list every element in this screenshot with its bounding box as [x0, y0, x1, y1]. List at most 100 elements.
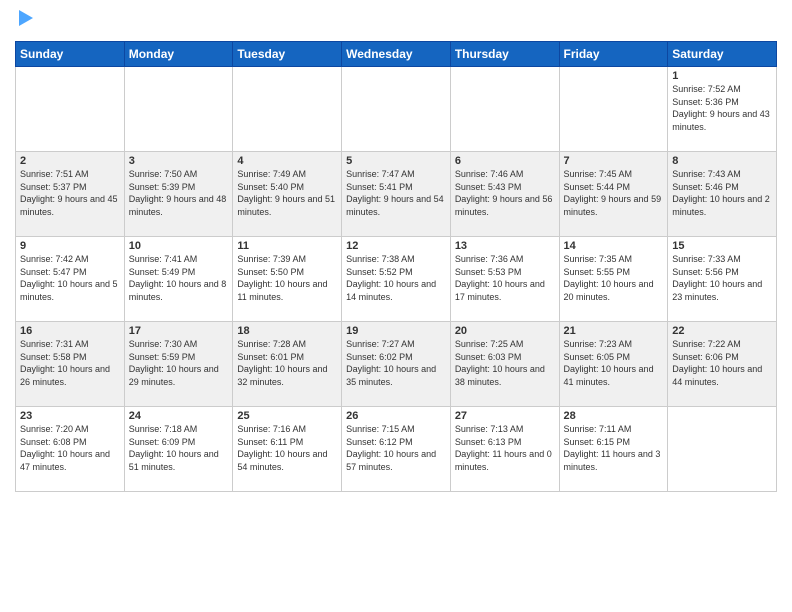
calendar-week-row: 23Sunrise: 7:20 AM Sunset: 6:08 PM Dayli…	[16, 407, 777, 492]
calendar-cell: 3Sunrise: 7:50 AM Sunset: 5:39 PM Daylig…	[124, 152, 233, 237]
calendar-table: SundayMondayTuesdayWednesdayThursdayFrid…	[15, 41, 777, 492]
day-info: Sunrise: 7:27 AM Sunset: 6:02 PM Dayligh…	[346, 338, 446, 388]
day-number: 14	[564, 240, 664, 252]
calendar-day-header: Monday	[124, 42, 233, 67]
day-info: Sunrise: 7:11 AM Sunset: 6:15 PM Dayligh…	[564, 423, 664, 473]
day-info: Sunrise: 7:39 AM Sunset: 5:50 PM Dayligh…	[237, 253, 337, 303]
day-info: Sunrise: 7:16 AM Sunset: 6:11 PM Dayligh…	[237, 423, 337, 473]
day-info: Sunrise: 7:35 AM Sunset: 5:55 PM Dayligh…	[564, 253, 664, 303]
calendar-cell: 4Sunrise: 7:49 AM Sunset: 5:40 PM Daylig…	[233, 152, 342, 237]
day-info: Sunrise: 7:45 AM Sunset: 5:44 PM Dayligh…	[564, 168, 664, 218]
page: SundayMondayTuesdayWednesdayThursdayFrid…	[0, 0, 792, 502]
calendar-cell: 6Sunrise: 7:46 AM Sunset: 5:43 PM Daylig…	[450, 152, 559, 237]
day-info: Sunrise: 7:50 AM Sunset: 5:39 PM Dayligh…	[129, 168, 229, 218]
day-number: 15	[672, 240, 772, 252]
calendar-day-header: Friday	[559, 42, 668, 67]
day-number: 18	[237, 325, 337, 337]
day-info: Sunrise: 7:23 AM Sunset: 6:05 PM Dayligh…	[564, 338, 664, 388]
calendar-week-row: 9Sunrise: 7:42 AM Sunset: 5:47 PM Daylig…	[16, 237, 777, 322]
day-info: Sunrise: 7:18 AM Sunset: 6:09 PM Dayligh…	[129, 423, 229, 473]
logo-icon	[17, 10, 35, 33]
day-number: 8	[672, 155, 772, 167]
calendar-cell: 11Sunrise: 7:39 AM Sunset: 5:50 PM Dayli…	[233, 237, 342, 322]
day-number: 4	[237, 155, 337, 167]
day-number: 10	[129, 240, 229, 252]
day-info: Sunrise: 7:43 AM Sunset: 5:46 PM Dayligh…	[672, 168, 772, 218]
calendar-cell	[342, 67, 451, 152]
day-info: Sunrise: 7:22 AM Sunset: 6:06 PM Dayligh…	[672, 338, 772, 388]
day-number: 9	[20, 240, 120, 252]
calendar-cell: 21Sunrise: 7:23 AM Sunset: 6:05 PM Dayli…	[559, 322, 668, 407]
day-number: 20	[455, 325, 555, 337]
calendar-cell: 9Sunrise: 7:42 AM Sunset: 5:47 PM Daylig…	[16, 237, 125, 322]
calendar-cell	[559, 67, 668, 152]
calendar-header-row: SundayMondayTuesdayWednesdayThursdayFrid…	[16, 42, 777, 67]
calendar-cell	[668, 407, 777, 492]
calendar-week-row: 1Sunrise: 7:52 AM Sunset: 5:36 PM Daylig…	[16, 67, 777, 152]
calendar-cell: 8Sunrise: 7:43 AM Sunset: 5:46 PM Daylig…	[668, 152, 777, 237]
day-info: Sunrise: 7:38 AM Sunset: 5:52 PM Dayligh…	[346, 253, 446, 303]
calendar-cell: 1Sunrise: 7:52 AM Sunset: 5:36 PM Daylig…	[668, 67, 777, 152]
calendar-week-row: 16Sunrise: 7:31 AM Sunset: 5:58 PM Dayli…	[16, 322, 777, 407]
day-number: 11	[237, 240, 337, 252]
day-info: Sunrise: 7:30 AM Sunset: 5:59 PM Dayligh…	[129, 338, 229, 388]
calendar-cell: 24Sunrise: 7:18 AM Sunset: 6:09 PM Dayli…	[124, 407, 233, 492]
calendar-cell: 2Sunrise: 7:51 AM Sunset: 5:37 PM Daylig…	[16, 152, 125, 237]
day-number: 5	[346, 155, 446, 167]
header	[15, 10, 777, 33]
calendar-cell: 10Sunrise: 7:41 AM Sunset: 5:49 PM Dayli…	[124, 237, 233, 322]
day-info: Sunrise: 7:36 AM Sunset: 5:53 PM Dayligh…	[455, 253, 555, 303]
day-number: 13	[455, 240, 555, 252]
calendar-cell	[16, 67, 125, 152]
calendar-day-header: Saturday	[668, 42, 777, 67]
day-number: 23	[20, 410, 120, 422]
calendar-cell	[233, 67, 342, 152]
day-number: 25	[237, 410, 337, 422]
day-info: Sunrise: 7:25 AM Sunset: 6:03 PM Dayligh…	[455, 338, 555, 388]
calendar-cell: 22Sunrise: 7:22 AM Sunset: 6:06 PM Dayli…	[668, 322, 777, 407]
day-info: Sunrise: 7:49 AM Sunset: 5:40 PM Dayligh…	[237, 168, 337, 218]
day-number: 6	[455, 155, 555, 167]
calendar-cell: 25Sunrise: 7:16 AM Sunset: 6:11 PM Dayli…	[233, 407, 342, 492]
day-info: Sunrise: 7:41 AM Sunset: 5:49 PM Dayligh…	[129, 253, 229, 303]
calendar-cell: 7Sunrise: 7:45 AM Sunset: 5:44 PM Daylig…	[559, 152, 668, 237]
calendar-cell: 28Sunrise: 7:11 AM Sunset: 6:15 PM Dayli…	[559, 407, 668, 492]
day-number: 21	[564, 325, 664, 337]
day-number: 12	[346, 240, 446, 252]
logo-line	[15, 10, 35, 33]
calendar-cell: 13Sunrise: 7:36 AM Sunset: 5:53 PM Dayli…	[450, 237, 559, 322]
calendar-cell: 5Sunrise: 7:47 AM Sunset: 5:41 PM Daylig…	[342, 152, 451, 237]
day-info: Sunrise: 7:42 AM Sunset: 5:47 PM Dayligh…	[20, 253, 120, 303]
calendar-cell	[450, 67, 559, 152]
day-info: Sunrise: 7:51 AM Sunset: 5:37 PM Dayligh…	[20, 168, 120, 218]
logo	[15, 10, 35, 33]
calendar-cell: 16Sunrise: 7:31 AM Sunset: 5:58 PM Dayli…	[16, 322, 125, 407]
calendar-cell: 18Sunrise: 7:28 AM Sunset: 6:01 PM Dayli…	[233, 322, 342, 407]
calendar-cell: 23Sunrise: 7:20 AM Sunset: 6:08 PM Dayli…	[16, 407, 125, 492]
day-number: 28	[564, 410, 664, 422]
day-info: Sunrise: 7:28 AM Sunset: 6:01 PM Dayligh…	[237, 338, 337, 388]
calendar-week-row: 2Sunrise: 7:51 AM Sunset: 5:37 PM Daylig…	[16, 152, 777, 237]
calendar-cell: 12Sunrise: 7:38 AM Sunset: 5:52 PM Dayli…	[342, 237, 451, 322]
calendar-day-header: Thursday	[450, 42, 559, 67]
calendar-cell: 15Sunrise: 7:33 AM Sunset: 5:56 PM Dayli…	[668, 237, 777, 322]
day-number: 17	[129, 325, 229, 337]
day-number: 16	[20, 325, 120, 337]
day-info: Sunrise: 7:52 AM Sunset: 5:36 PM Dayligh…	[672, 83, 772, 133]
day-info: Sunrise: 7:47 AM Sunset: 5:41 PM Dayligh…	[346, 168, 446, 218]
day-info: Sunrise: 7:13 AM Sunset: 6:13 PM Dayligh…	[455, 423, 555, 473]
day-number: 26	[346, 410, 446, 422]
calendar-day-header: Wednesday	[342, 42, 451, 67]
day-number: 7	[564, 155, 664, 167]
calendar-cell: 27Sunrise: 7:13 AM Sunset: 6:13 PM Dayli…	[450, 407, 559, 492]
calendar-cell: 19Sunrise: 7:27 AM Sunset: 6:02 PM Dayli…	[342, 322, 451, 407]
calendar-cell	[124, 67, 233, 152]
day-number: 3	[129, 155, 229, 167]
day-number: 1	[672, 70, 772, 82]
day-info: Sunrise: 7:15 AM Sunset: 6:12 PM Dayligh…	[346, 423, 446, 473]
calendar-cell: 17Sunrise: 7:30 AM Sunset: 5:59 PM Dayli…	[124, 322, 233, 407]
day-number: 27	[455, 410, 555, 422]
day-number: 22	[672, 325, 772, 337]
day-number: 24	[129, 410, 229, 422]
day-number: 2	[20, 155, 120, 167]
